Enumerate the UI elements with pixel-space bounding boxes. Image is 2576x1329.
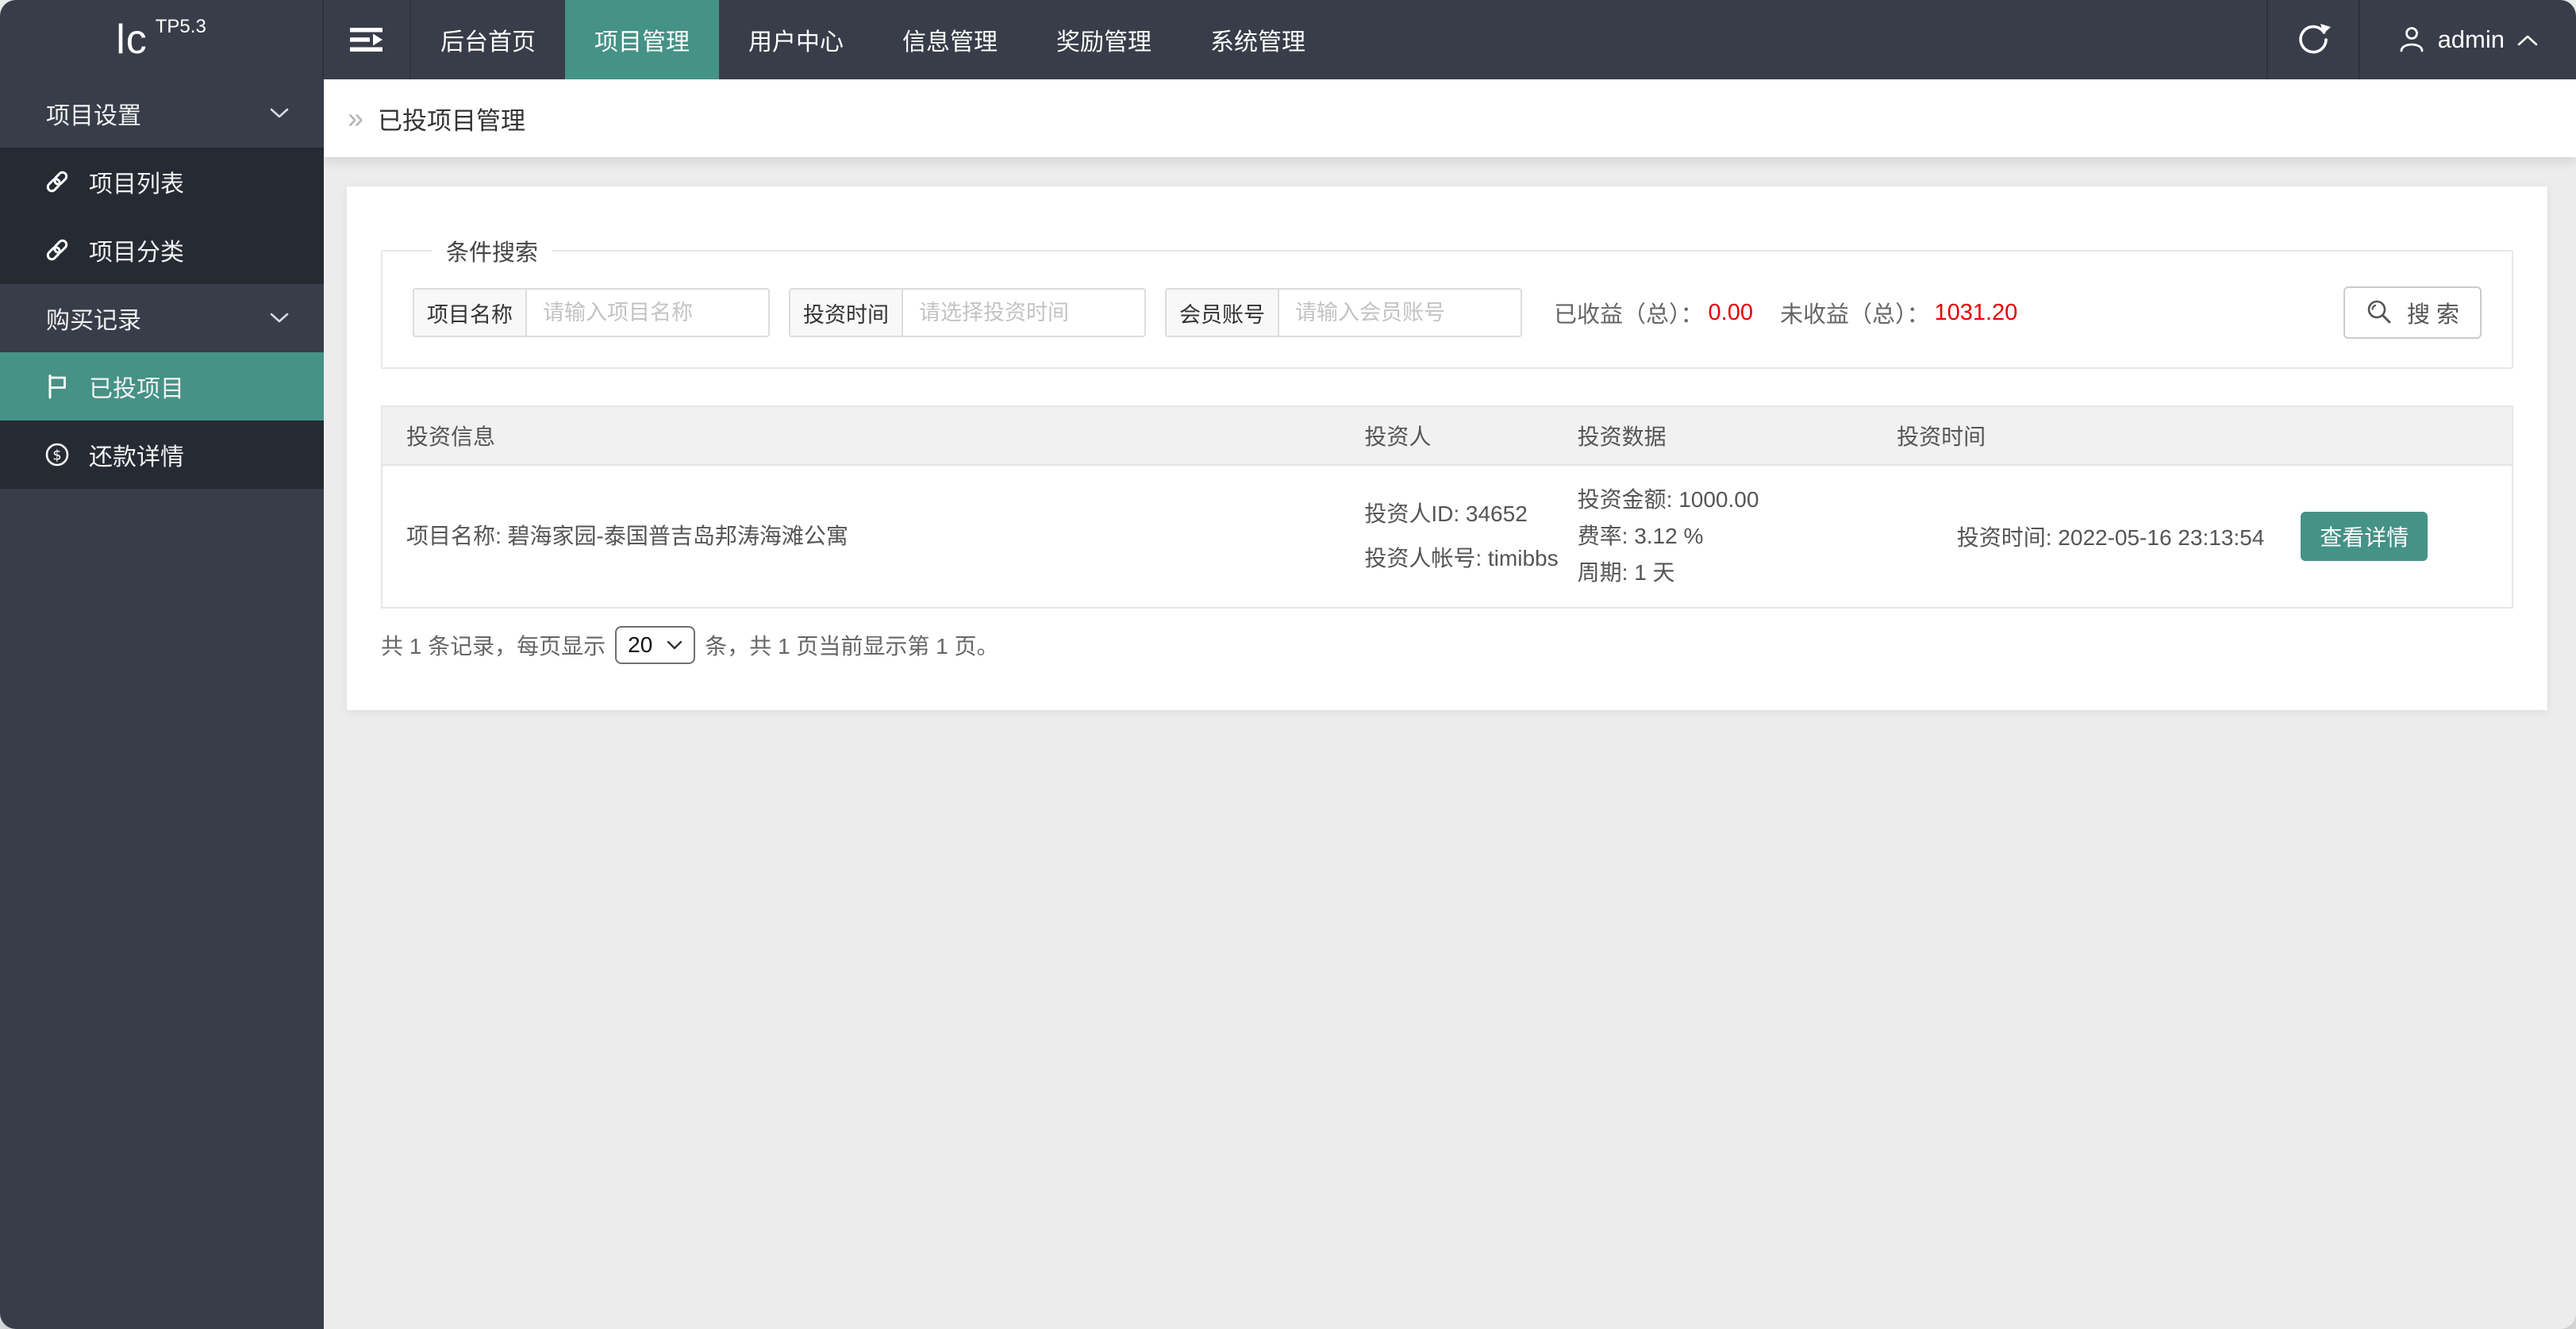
invest-rate-text: 费率: 3.12 % [1577,524,1704,548]
sidebar-group-project-settings[interactable]: 项目设置 [0,79,324,148]
investor-id-text: 投资人ID: 34652 [1364,501,1528,526]
sidebar-group-label: 购买记录 [46,308,141,334]
member-account-field-group: 会员账号 [1165,288,1522,337]
pagination: 共 1 条记录，每页显示 20 条，共 1 页当前显示第 1 页。 [381,626,2513,664]
flag-icon [43,374,71,399]
invest-time-field-group: 投资时间 [789,288,1146,337]
income-stats: 已收益（总）： 0.00 未收益（总）： 1031.20 [1554,296,2044,329]
sidebar-collapse-button[interactable] [324,0,411,79]
logo-version-badge: TP5.3 [155,16,206,37]
table-row: 项目名称: 碧海家园-泰国普吉岛邦涛海滩公寓 投资人ID: 34652 投资人帐… [383,466,2512,607]
select-caret-icon [667,640,682,650]
search-button[interactable]: 搜 索 [2343,286,2482,339]
invest-time-text: 投资时间: 2022-05-16 23:13:54 [1956,525,2265,550]
logo: lc TP5.3 [0,0,324,79]
sidebar-item-project-list[interactable]: 项目列表 [0,148,324,216]
chevron-down-icon [270,313,289,323]
sidebar-item-project-category[interactable]: 项目分类 [0,216,324,284]
tab-backend-home[interactable]: 后台首页 [411,0,565,79]
tab-reward-management[interactable]: 奖励管理 [1027,0,1181,79]
sidebar-group-purchase-records[interactable]: 购买记录 [0,284,324,352]
sidebar-item-label: 项目列表 [89,171,184,198]
project-name-input[interactable] [527,290,768,336]
dollar-circle-icon: $ [43,442,71,467]
user-icon [2400,27,2423,52]
chevron-up-icon [2517,35,2538,45]
content: 条件搜索 项目名称 投资时间 会员账号 [324,157,2576,1329]
project-name-label: 项目名称 [414,290,527,336]
main-area: » 已投项目管理 条件搜索 项目名称 投资时间 [324,79,2576,1329]
svg-text:$: $ [52,447,61,464]
member-account-label: 会员账号 [1167,290,1279,336]
top-nav-tabs: 后台首页 项目管理 用户中心 信息管理 奖励管理 系统管理 [411,0,1335,79]
tab-project-management[interactable]: 项目管理 [565,0,719,79]
pending-income-value: 1031.20 [1934,299,2018,325]
search-panel: 条件搜索 项目名称 投资时间 会员账号 [381,234,2513,369]
project-name-field-group: 项目名称 [413,288,770,337]
sidebar-item-label: 项目分类 [89,240,184,266]
received-income-label: 已收益（总）： [1554,302,1704,328]
sidebar-group-label: 项目设置 [46,103,141,129]
cell-project-name: 项目名称: 碧海家园-泰国普吉岛邦涛海滩公寓 [383,466,1340,607]
search-icon [2367,300,2391,324]
member-account-input[interactable] [1279,290,1521,336]
chevron-down-icon [270,108,289,118]
link-icon [43,237,71,263]
pagination-text-before: 共 1 条记录，每页显示 [381,634,606,659]
topbar-right: admin [2266,0,2576,79]
investor-account-text: 投资人帐号: timibbs [1364,546,1559,570]
th-investor: 投资人 [1364,424,1432,449]
sidebar-item-repayment-details[interactable]: $ 还款详情 [0,421,324,489]
content-card: 条件搜索 项目名称 投资时间 会员账号 [347,186,2547,710]
app-window: lc TP5.3 后台首页 项目管理 用户中心 信息管理 奖励管理 系统管理 a… [0,0,2576,1329]
project-name-text: 项目名称: 碧海家园-泰国普吉岛邦涛海滩公寓 [406,524,848,548]
page-size-value: 20 [628,632,653,657]
view-details-button[interactable]: 查看详情 [2301,512,2428,561]
cell-investor: 投资人ID: 34652 投资人帐号: timibbs [1340,466,1559,607]
th-invest-info: 投资信息 [406,424,496,449]
page-size-select[interactable]: 20 [615,626,696,664]
refresh-icon [2298,24,2331,54]
search-panel-legend: 条件搜索 [446,240,539,266]
invest-period-text: 周期: 1 天 [1577,560,1675,585]
sidebar-item-label: 已投项目 [89,376,184,402]
user-menu[interactable]: admin [2358,0,2576,79]
invest-table: 投资信息 投资人 投资数据 投资时间 项目名称: 碧海家园-泰国普吉岛邦涛海滩公… [381,405,2513,609]
tab-info-management[interactable]: 信息管理 [873,0,1027,79]
sidebar-item-invested-projects[interactable]: 已投项目 [0,352,324,421]
link-icon [43,169,71,194]
indent-menu-icon [350,28,383,52]
th-invest-data: 投资数据 [1577,424,1667,449]
table-header-row: 投资信息 投资人 投资数据 投资时间 [383,407,2512,466]
sidebar: 项目设置 项目列表 项目分类 购买记录 已投项目 $ 还款详情 [0,79,324,1329]
invest-time-input[interactable] [903,290,1144,336]
received-income-value: 0.00 [1708,299,1753,325]
page-title: 已投项目管理 [378,106,526,135]
logo-text: lc [116,17,148,63]
breadcrumb-chevrons-icon: » [348,102,364,134]
sidebar-item-label: 还款详情 [89,444,184,471]
tab-user-center[interactable]: 用户中心 [719,0,873,79]
cell-invest-time: 投资时间: 2022-05-16 23:13:54 查看详情 [1873,466,2512,607]
invest-time-label: 投资时间 [790,290,903,336]
pagination-text-after: 条，共 1 页当前显示第 1 页。 [705,634,999,659]
th-invest-time: 投资时间 [1897,424,1986,449]
pending-income-label: 未收益（总）： [1779,302,1930,328]
invest-amount-text: 投资金额: 1000.00 [1577,487,1759,512]
refresh-button[interactable] [2266,0,2359,79]
breadcrumb: » 已投项目管理 [324,79,2576,157]
cell-invest-data: 投资金额: 1000.00 费率: 3.12 % 周期: 1 天 [1554,466,1873,607]
top-navbar: lc TP5.3 后台首页 项目管理 用户中心 信息管理 奖励管理 系统管理 a… [0,0,2576,79]
search-button-label: 搜 索 [2406,302,2459,328]
tab-system-management[interactable]: 系统管理 [1181,0,1335,79]
user-name: admin [2437,25,2505,53]
